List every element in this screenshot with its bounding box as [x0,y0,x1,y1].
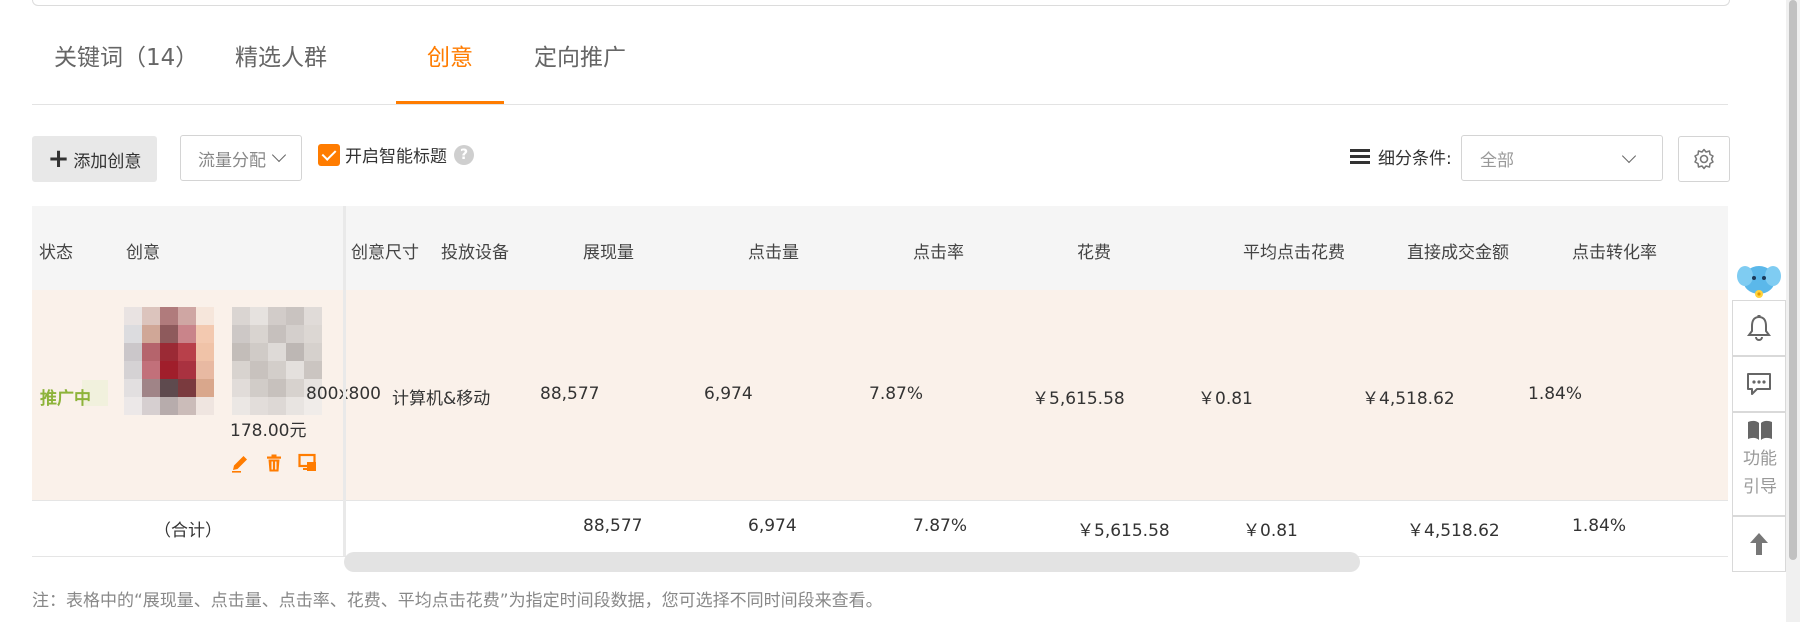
total-ctr: 7.87% [913,516,968,536]
header-device[interactable]: 投放设备 [441,238,509,263]
settings-button[interactable] [1678,136,1730,182]
gear-icon [1694,148,1714,170]
cell-impressions: 88,577 [540,384,600,404]
table-row: 推广中 178.00元 计算机&移动 88,577 6,974 7.87% ￥5… [32,290,1728,501]
chevron-down-icon [1621,148,1637,164]
table-header: 状态 创意 创意尺寸 投放设备 展现量 点击量 点击率 花费 平均点击花费 直接… [32,206,1728,290]
header-cpc[interactable]: 平均点击花费 [1243,238,1345,263]
plus-icon: + [47,144,70,174]
add-creative-button[interactable]: + 添加创意 [32,136,157,182]
help-icon[interactable]: ? [454,144,474,165]
condition-select[interactable]: 全部 [1461,135,1663,181]
footnote: 注：表格中的“展现量、点击量、点击率、花费、平均点击花费”为指定时间段数据，您可… [32,591,883,611]
cell-cvr: 1.84% [1528,384,1583,404]
active-tab-indicator [396,101,504,104]
total-clicks: 6,974 [748,516,797,536]
header-cost[interactable]: 花费 [1077,238,1111,263]
header-ctr[interactable]: 点击率 [913,238,964,263]
edit-icon[interactable] [230,453,250,473]
condition-label-group: 细分条件: [1350,144,1452,169]
mascot-icon[interactable] [1736,258,1782,300]
preview-icon[interactable] [298,453,318,473]
notification-button[interactable] [1732,300,1786,356]
tab-bar: 关键词（14） 精选人群 创意 定向推广 [32,0,1728,105]
list-icon [1350,148,1370,165]
chat-icon [1747,373,1771,395]
cell-clicks: 6,974 [704,384,753,404]
total-cost: ￥5,615.58 [1077,521,1170,541]
status-badge: 推广中 [40,389,91,409]
book-icon [1748,420,1772,440]
row-actions [230,453,318,473]
scrollbar-thumb[interactable] [1789,0,1797,560]
tab-creative[interactable]: 创意 [427,38,473,72]
guide-label-line1: 功能 [1743,449,1777,469]
creative-thumbnail[interactable] [124,307,214,415]
header-clicks[interactable]: 点击量 [748,238,799,263]
flow-allocation-label: 流量分配 [198,150,266,171]
add-creative-label: 添加创意 [73,151,142,172]
smart-title-label: 开启智能标题 [345,147,447,167]
header-gmv[interactable]: 直接成交金额 [1407,238,1509,263]
horizontal-scrollbar[interactable] [344,552,1360,572]
delete-icon[interactable] [264,453,284,473]
cell-gmv: ￥4,518.62 [1362,389,1455,409]
cell-ctr: 7.87% [869,384,924,404]
cell-device: 计算机&移动 [392,389,491,409]
fixed-column-divider [343,206,346,556]
smart-title-toggle[interactable]: 开启智能标题 ? [318,142,474,167]
chat-button[interactable] [1732,356,1786,412]
arrow-up-icon [1750,533,1768,555]
back-to-top-button[interactable] [1732,516,1786,572]
total-cvr: 1.84% [1572,516,1627,536]
flow-allocation-dropdown[interactable]: 流量分配 [180,135,302,181]
toolbar: + 添加创意 流量分配 开启智能标题 ? 细分条件: 全部 [32,134,1732,186]
bell-icon [1747,315,1771,341]
total-gmv: ￥4,518.62 [1407,521,1500,541]
creative-price: 178.00元 [230,421,307,441]
condition-value: 全部 [1480,150,1514,171]
header-size[interactable]: 创意尺寸 [351,238,419,263]
total-row: （合计） 88,577 6,974 7.87% ￥5,615.58 ￥0.81 … [32,500,1728,557]
condition-label: 细分条件: [1378,149,1452,169]
guide-label-line2: 引导 [1743,477,1777,497]
chevron-down-icon [271,147,287,163]
tab-audience[interactable]: 精选人群 [235,38,327,72]
header-impressions[interactable]: 展现量 [583,238,634,263]
tab-targeting[interactable]: 定向推广 [534,38,626,72]
cell-cost: ￥5,615.58 [1032,389,1125,409]
total-label: （合计） [154,521,222,541]
feature-guide-button[interactable]: 功能 引导 [1732,412,1786,516]
header-cvr[interactable]: 点击转化率 [1572,238,1657,263]
header-creative[interactable]: 创意 [126,238,160,263]
checkbox-checked-icon[interactable] [318,143,340,166]
tab-keywords[interactable]: 关键词（14） [54,38,198,72]
total-impressions: 88,577 [583,516,643,536]
header-status[interactable]: 状态 [39,238,73,263]
total-cpc: ￥0.81 [1243,521,1298,541]
cell-cpc: ￥0.81 [1198,389,1253,409]
vertical-scrollbar[interactable] [1786,0,1800,622]
